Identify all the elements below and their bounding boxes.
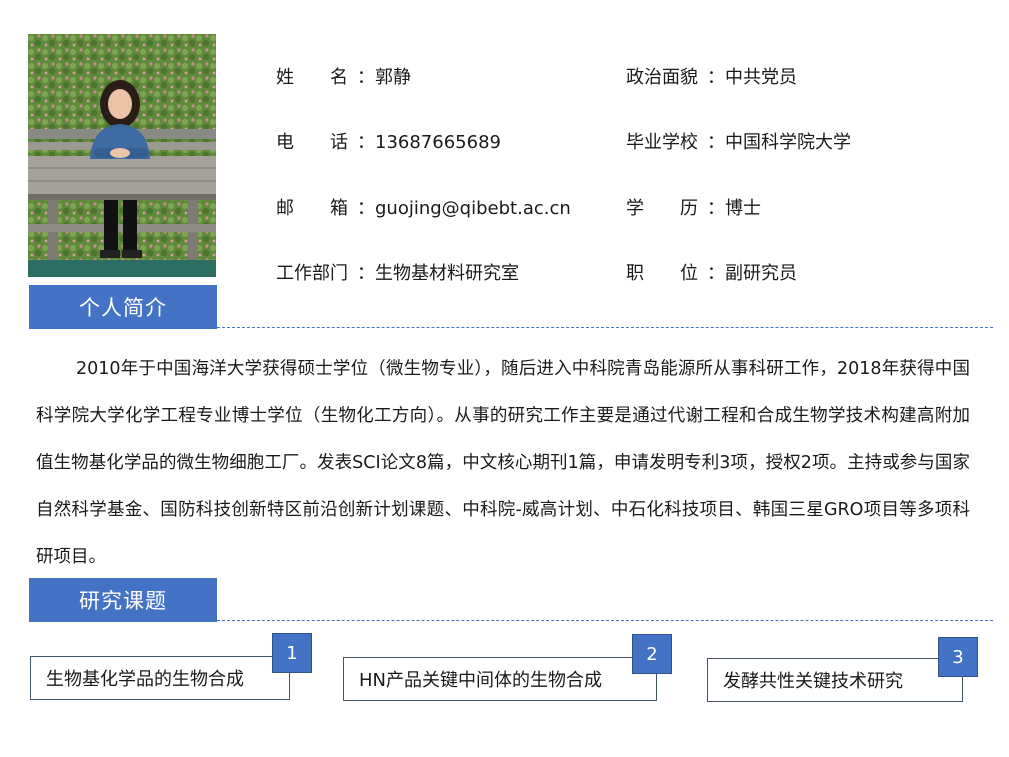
topic-number-badge: 1 [272,633,312,673]
field-value: 副研究员 [725,263,797,284]
topic-label: 生物基化学品的生物合成 [46,669,244,690]
field-label: 邮箱 ： [276,197,375,221]
topic-number-badge: 2 [632,634,672,674]
field-label-text: 毕业学校 [626,132,698,153]
field-label: 工作部门 ： [276,262,375,286]
field-value: 中共党员 [725,67,797,88]
field-separator: ： [707,132,725,153]
section-divider [217,620,993,621]
field-label: 政治面貌 ： [626,66,725,90]
field-value: 生物基材料研究室 [375,263,519,284]
field-separator: ： [357,67,375,88]
topic-box: 生物基化学品的生物合成 [30,656,290,700]
topic-label: HN产品关键中间体的生物合成 [359,670,602,691]
field-value: 13687665689 [375,132,501,153]
field-separator: ： [357,198,375,219]
topic-box: 发酵共性关键技术研究 [707,658,963,702]
field-label: 职位 ： [626,262,725,286]
field-value: guojing@qibebt.ac.cn [375,198,571,219]
topic-box: HN产品关键中间体的生物合成 [343,657,657,701]
topic-label: 发酵共性关键技术研究 [723,671,903,692]
field-value: 博士 [725,198,761,219]
field-separator: ： [707,263,725,284]
field-label: 学历 ： [626,197,725,221]
field-label-text: 学历 [626,198,698,219]
field-separator: ： [707,67,725,88]
field-label-text: 姓名 [276,67,348,88]
bio-paragraph: 2010年于中国海洋大学获得硕士学位（微生物专业），随后进入中科院青岛能源所从事… [36,359,970,567]
person-photo-icon [28,34,216,277]
field-value: 中国科学院大学 [725,132,851,153]
section-header-topics: 研究课题 [29,578,217,622]
field-label: 电话 ： [276,131,375,155]
field-label-text: 工作部门 [276,263,348,284]
field-label: 姓名 ： [276,66,375,90]
topic-number-badge: 3 [938,637,978,677]
field-separator: ： [707,198,725,219]
field-label-text: 政治面貌 [626,67,698,88]
field-label: 毕业学校 ： [626,131,725,155]
profile-photo [28,34,216,277]
section-header-intro: 个人简介 [29,285,217,329]
field-value: 郭静 [375,67,411,88]
field-label-text: 职位 [626,263,698,284]
field-separator: ： [357,263,375,284]
field-label-text: 电话 [276,132,348,153]
section-divider [217,327,993,328]
field-separator: ： [357,132,375,153]
field-label-text: 邮箱 [276,198,348,219]
